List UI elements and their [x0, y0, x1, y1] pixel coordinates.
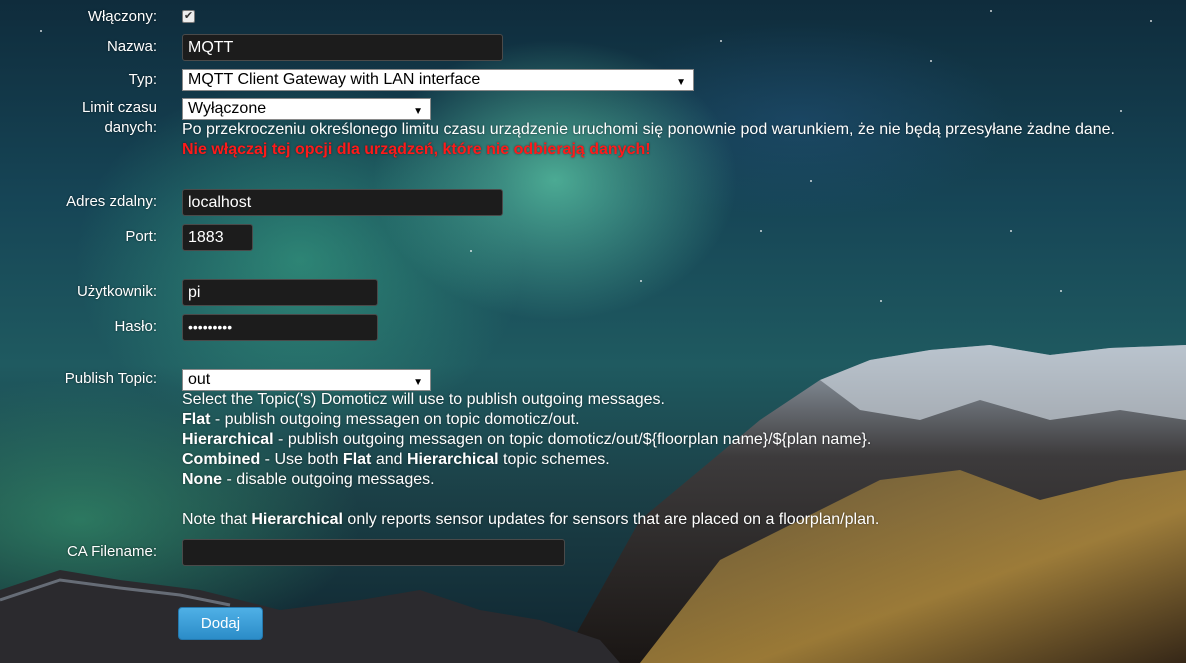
- hardware-form: Włączony: ✔ Nazwa: MQTT Typ: MQTT Client…: [0, 0, 1186, 663]
- checkmark-icon: ✔: [183, 10, 194, 22]
- timeout-help-text: Po przekroczeniu określonego limitu czas…: [182, 121, 1115, 138]
- publish-topic-select[interactable]: out ▼: [182, 369, 431, 391]
- publish-topic-help-none: None - disable outgoing messages.: [182, 470, 435, 490]
- name-label: Nazwa:: [106, 38, 157, 55]
- publish-topic-help-hierarchical: Hierarchical - publish outgoing messagen…: [182, 430, 871, 450]
- publish-topic-help-intro: Select the Topic('s) Domoticz will use t…: [182, 391, 665, 408]
- combined-mid2: and: [371, 451, 407, 468]
- hierarchical-term: Hierarchical: [182, 431, 274, 448]
- timeout-label-line1: Limit czasu: [81, 99, 157, 116]
- hierarchical-desc: - publish outgoing messagen on topic dom…: [273, 431, 872, 448]
- dropdown-arrow-icon: ▼: [676, 77, 686, 88]
- remote-address-field[interactable]: localhost: [182, 189, 503, 216]
- password-label: Hasło:: [114, 318, 157, 335]
- port-label: Port:: [125, 228, 157, 245]
- timeout-label-line2: danych:: [104, 119, 157, 136]
- none-desc: - disable outgoing messages.: [222, 471, 435, 488]
- type-select-value: MQTT Client Gateway with LAN interface: [188, 71, 481, 88]
- name-field[interactable]: MQTT: [182, 34, 503, 61]
- timeout-select[interactable]: Wyłączone ▼: [182, 98, 431, 120]
- note-post: only reports sensor updates for sensors …: [342, 511, 880, 528]
- remote-address-label: Adres zdalny:: [66, 193, 157, 210]
- publish-topic-help-flat: Flat - publish outgoing messagen on topi…: [182, 410, 580, 430]
- combined-term: Combined: [182, 451, 261, 468]
- publish-topic-select-value: out: [188, 371, 211, 388]
- username-field[interactable]: pi: [182, 279, 378, 306]
- type-label: Typ:: [128, 71, 157, 88]
- none-term: None: [182, 471, 222, 488]
- ca-filename-label: CA Filename:: [66, 543, 157, 560]
- combined-hier: Hierarchical: [406, 451, 499, 468]
- type-select[interactable]: MQTT Client Gateway with LAN interface ▼: [182, 69, 694, 91]
- publish-topic-label: Publish Topic:: [64, 370, 157, 387]
- combined-end: topic schemes.: [498, 451, 610, 468]
- timeout-warning-text: Nie włączaj tej opcji dla urządzeń, któr…: [182, 141, 651, 158]
- enabled-label: Włączony:: [87, 8, 157, 25]
- enabled-checkbox[interactable]: ✔: [182, 10, 195, 23]
- note-term: Hierarchical: [251, 511, 343, 528]
- timeout-select-value: Wyłączone: [188, 100, 267, 117]
- port-field[interactable]: 1883: [182, 224, 253, 251]
- flat-term: Flat: [182, 411, 211, 428]
- flat-desc: - publish outgoing messagen on topic dom…: [210, 411, 580, 428]
- username-label: Użytkownik:: [76, 283, 157, 300]
- combined-mid1: - Use both: [260, 451, 343, 468]
- ca-filename-field[interactable]: [182, 539, 565, 566]
- add-button[interactable]: Dodaj: [178, 607, 263, 640]
- password-field[interactable]: •••••••••: [182, 314, 378, 341]
- combined-flat: Flat: [342, 451, 372, 468]
- publish-topic-note: Note that Hierarchical only reports sens…: [182, 510, 879, 530]
- dropdown-arrow-icon: ▼: [413, 106, 423, 117]
- note-pre: Note that: [182, 511, 252, 528]
- publish-topic-help-combined: Combined - Use both Flat and Hierarchica…: [182, 450, 610, 470]
